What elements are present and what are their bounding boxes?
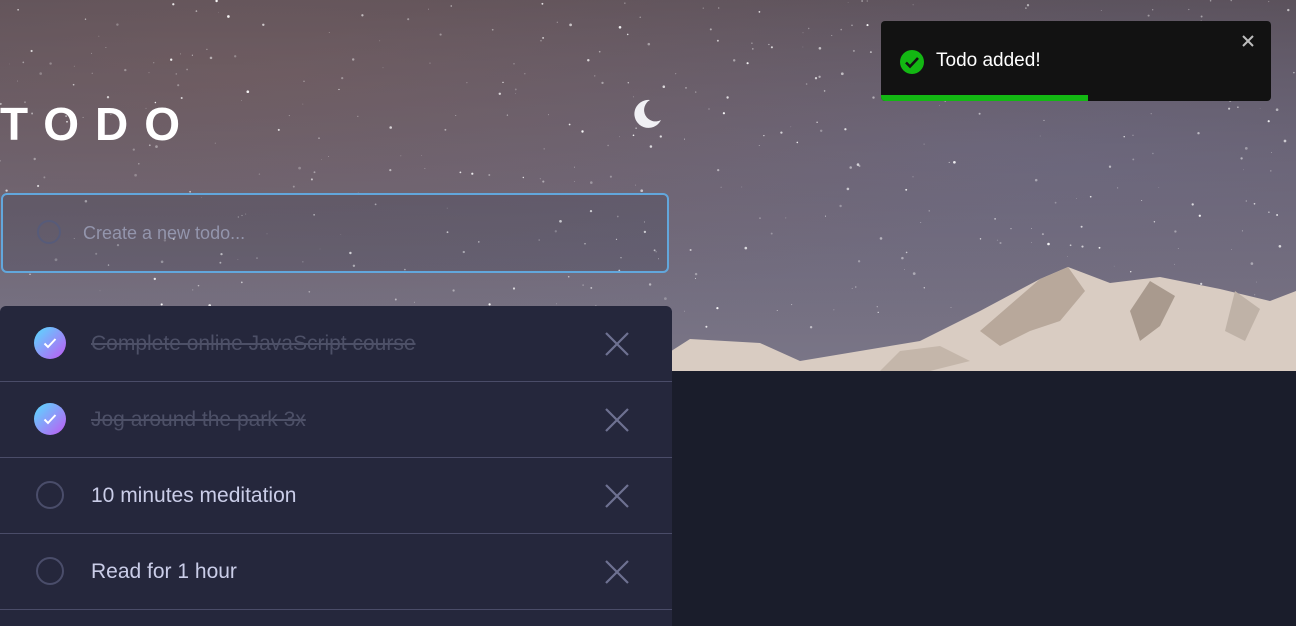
close-icon [605, 560, 629, 584]
new-todo-circle-icon [37, 220, 61, 244]
delete-todo-button[interactable] [604, 483, 630, 509]
todo-item: 10 minutes meditation [0, 458, 672, 534]
todo-text: Jog around the park 3x [91, 408, 306, 431]
close-icon [605, 408, 629, 432]
close-icon [605, 332, 629, 356]
todo-checkbox[interactable] [36, 557, 64, 585]
delete-todo-button[interactable] [604, 559, 630, 585]
close-icon [605, 484, 629, 508]
moon-icon [634, 99, 661, 128]
todo-text: 10 minutes meditation [91, 484, 297, 507]
delete-todo-button[interactable] [604, 407, 630, 433]
theme-toggle-button[interactable] [628, 96, 664, 132]
new-todo-input[interactable] [83, 215, 643, 251]
todo-checkbox[interactable] [36, 481, 64, 509]
delete-todo-button[interactable] [604, 331, 630, 357]
success-check-icon [900, 50, 924, 74]
toast-progress-bar [881, 95, 1088, 101]
todo-item: Complete online JavaScript course [0, 306, 672, 382]
app-title: TODO [0, 98, 197, 150]
todo-text: Read for 1 hour [91, 560, 237, 583]
todo-text: Complete online JavaScript course [91, 332, 416, 355]
todo-item: Jog around the park 3x [0, 382, 672, 458]
toast-message: Todo added! [936, 50, 1041, 71]
close-icon [1242, 35, 1254, 47]
new-todo-field[interactable] [1, 193, 669, 273]
toast-notification: Todo added! [881, 21, 1271, 101]
toast-close-button[interactable] [1240, 33, 1256, 49]
checkmark-icon [43, 414, 57, 425]
todo-checkbox[interactable] [34, 403, 66, 435]
todo-checkbox[interactable] [34, 327, 66, 359]
todo-list: Complete online JavaScript course Jog ar… [0, 306, 672, 626]
checkmark-icon [43, 338, 57, 349]
